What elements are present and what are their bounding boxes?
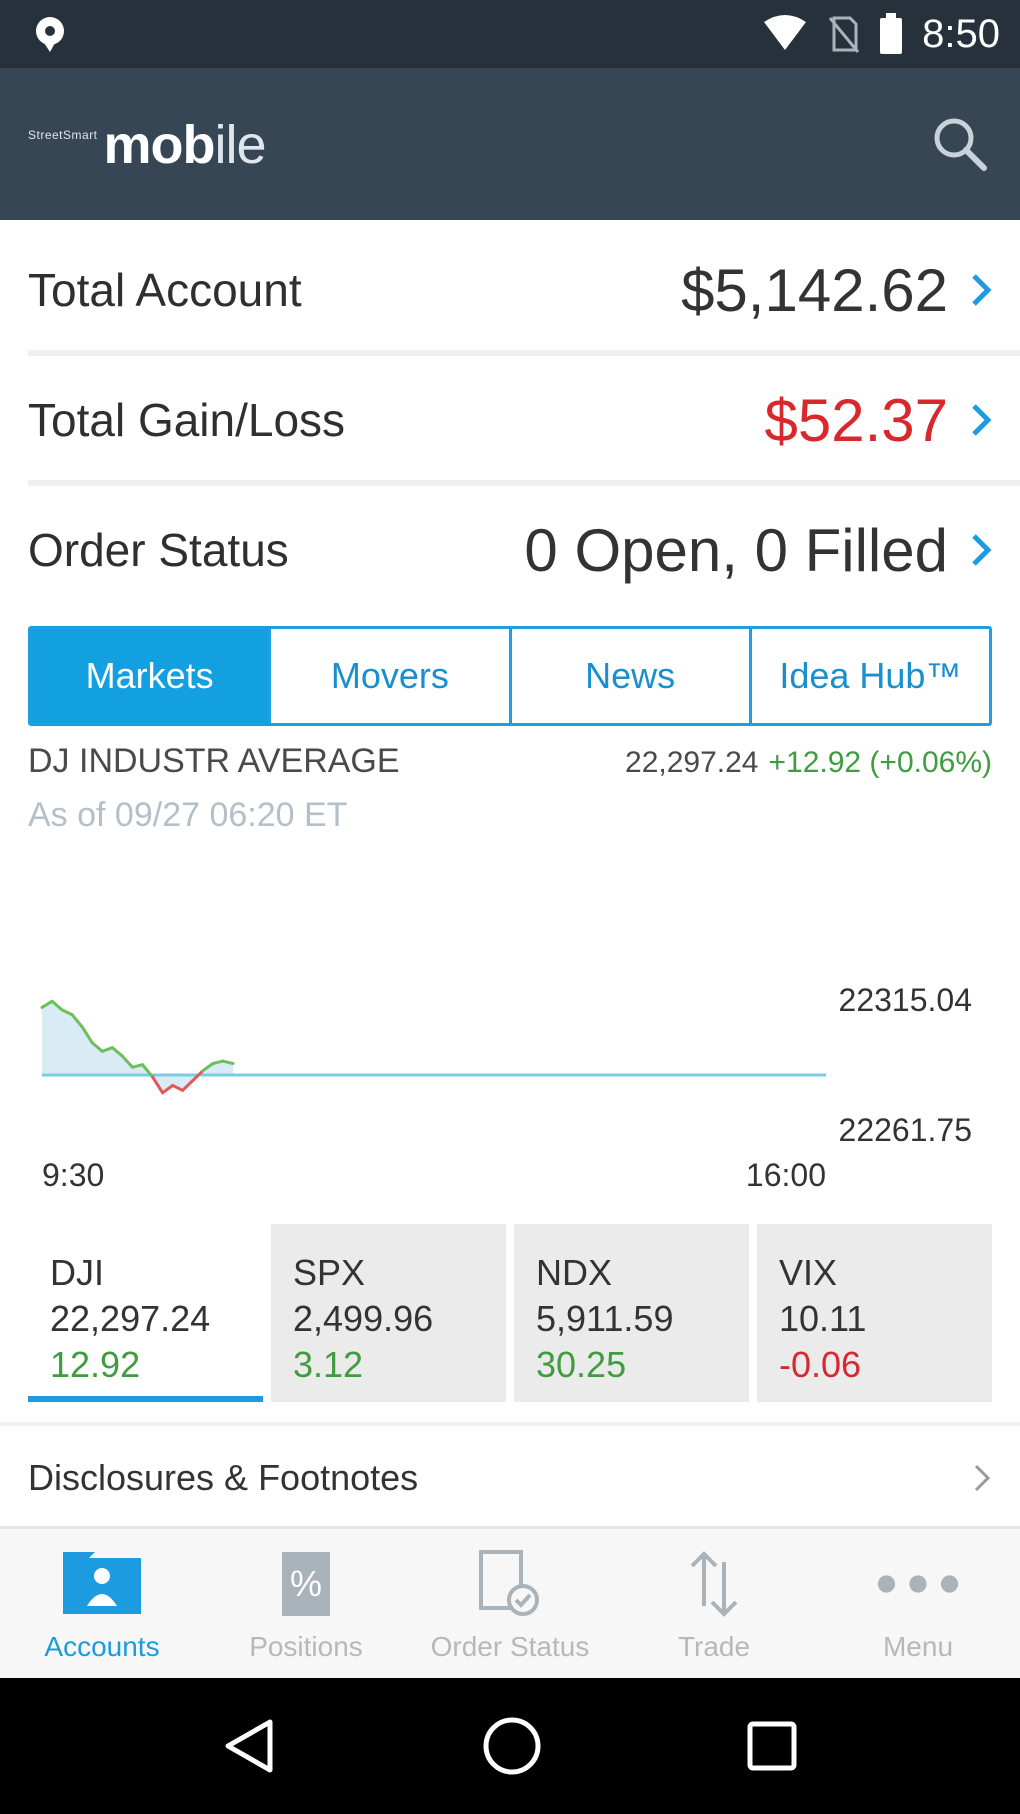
logo-wordmark-bold: mob bbox=[103, 115, 216, 175]
tab-news[interactable]: News bbox=[512, 629, 752, 723]
logo-wordmark: mobile bbox=[103, 114, 267, 176]
chevron-right-icon bbox=[972, 274, 992, 306]
order-status-value-group: 0 Open, 0 Filled bbox=[524, 516, 992, 585]
clock: 8:50 bbox=[922, 11, 1000, 56]
order-status-value: 0 Open, 0 Filled bbox=[524, 516, 948, 584]
chevron-right-icon bbox=[972, 534, 992, 566]
search-icon[interactable] bbox=[928, 112, 992, 176]
index-cards: DJI 22,297.24 12.92 SPX 2,499.96 3.12 ND… bbox=[28, 1224, 992, 1402]
quote-last-price: 22,297.24 bbox=[625, 746, 759, 779]
tab-idea-hub[interactable]: Idea Hub™ bbox=[752, 629, 989, 723]
quote-summary: 22,297.24 +12.92 (+0.06%) bbox=[625, 746, 992, 780]
nav-positions[interactable]: % Positions bbox=[204, 1529, 408, 1678]
index-symbol: SPX bbox=[293, 1252, 366, 1293]
x-tick-label: 9:30 bbox=[42, 1157, 104, 1193]
index-card-ndx[interactable]: NDX 5,911.59 30.25 bbox=[514, 1224, 749, 1402]
system-navigation-bar bbox=[0, 1678, 1020, 1814]
logo-prefix: StreetSmart bbox=[28, 128, 98, 142]
order-status-row[interactable]: Order Status 0 Open, 0 Filled bbox=[28, 486, 992, 614]
disclosures-row[interactable]: Disclosures & Footnotes bbox=[28, 1430, 992, 1526]
recents-icon[interactable] bbox=[744, 1718, 800, 1774]
divider bbox=[0, 1422, 1020, 1426]
total-gain-loss-value: $52.37 bbox=[764, 386, 948, 454]
positions-icon: % bbox=[263, 1541, 349, 1627]
wifi-icon bbox=[764, 15, 807, 50]
trade-icon bbox=[671, 1541, 757, 1627]
order-status-icon bbox=[467, 1541, 553, 1627]
quote-name: DJ INDUSTR AVERAGE bbox=[28, 742, 400, 780]
index-price: 22,297.24 bbox=[50, 1298, 211, 1339]
logo-wordmark-thin: ile bbox=[214, 115, 267, 175]
index-card-dji[interactable]: DJI 22,297.24 12.92 bbox=[28, 1224, 263, 1402]
battery-icon bbox=[880, 13, 903, 54]
index-card-spx[interactable]: SPX 2,499.96 3.12 bbox=[271, 1224, 506, 1402]
index-change: 30.25 bbox=[536, 1344, 627, 1385]
index-symbol: NDX bbox=[536, 1252, 613, 1293]
total-gain-loss-label: Total Gain/Loss bbox=[28, 394, 346, 446]
index-change: -0.06 bbox=[779, 1344, 862, 1385]
nav-order-status[interactable]: Order Status bbox=[408, 1529, 612, 1678]
index-symbol: DJI bbox=[50, 1252, 104, 1293]
back-icon[interactable] bbox=[220, 1716, 280, 1776]
chevron-right-icon bbox=[972, 404, 992, 436]
index-change: 12.92 bbox=[50, 1344, 141, 1385]
nav-menu[interactable]: Menu bbox=[816, 1529, 1020, 1678]
nav-accounts[interactable]: Accounts bbox=[0, 1529, 204, 1678]
nav-label: Positions bbox=[249, 1631, 363, 1662]
index-price: 5,911.59 bbox=[536, 1298, 674, 1339]
app-screen: 8:50 StreetSmart mobile Total Account $5… bbox=[0, 0, 1020, 1814]
index-card-vix[interactable]: VIX 10.11 -0.06 bbox=[757, 1224, 992, 1402]
total-account-row[interactable]: Total Account $5,142.62 bbox=[28, 226, 992, 354]
app-logo: StreetSmart mobile bbox=[28, 114, 267, 176]
y-tick-label: 22315.04 bbox=[839, 982, 972, 1018]
system-status-icons: 8:50 bbox=[762, 10, 1000, 58]
quote-change: +12.92 (+0.06%) bbox=[768, 746, 993, 779]
nav-label: Trade bbox=[677, 1631, 751, 1662]
index-symbol: VIX bbox=[779, 1252, 838, 1293]
nav-label: Order Status bbox=[430, 1631, 590, 1662]
total-gain-loss-row[interactable]: Total Gain/Loss $52.37 bbox=[28, 356, 992, 484]
disclosures-label: Disclosures & Footnotes bbox=[28, 1457, 419, 1498]
location-notification-icon bbox=[36, 17, 64, 52]
svg-text:%: % bbox=[290, 1563, 322, 1604]
bottom-navigation: Accounts % Positions Order Status Trade … bbox=[0, 1526, 1020, 1678]
total-account-value-group: $5,142.62 bbox=[681, 256, 992, 325]
x-tick-label: 16:00 bbox=[746, 1157, 826, 1193]
chevron-right-icon bbox=[974, 1464, 991, 1492]
no-sim-icon bbox=[828, 16, 860, 53]
total-account-label: Total Account bbox=[28, 264, 302, 316]
nav-trade[interactable]: Trade bbox=[612, 1529, 816, 1678]
status-bar: 8:50 bbox=[0, 0, 1020, 68]
quote-as-of: As of 09/27 06:20 ET bbox=[28, 796, 348, 834]
y-tick-label: 22261.75 bbox=[839, 1112, 972, 1148]
tab-movers[interactable]: Movers bbox=[271, 629, 512, 723]
index-price: 2,499.96 bbox=[293, 1298, 434, 1339]
nav-label: Accounts bbox=[44, 1631, 160, 1662]
intraday-chart[interactable]: 22315.04 22261.75 9:30 16:00 bbox=[0, 860, 1020, 1200]
total-account-value: $5,142.62 bbox=[681, 256, 948, 324]
more-icon bbox=[875, 1541, 961, 1627]
app-header: StreetSmart mobile bbox=[0, 68, 1020, 220]
order-status-label: Order Status bbox=[28, 524, 289, 576]
index-price: 10.11 bbox=[779, 1298, 867, 1339]
home-icon[interactable] bbox=[480, 1714, 544, 1778]
market-tabs: Markets Movers News Idea Hub™ bbox=[28, 626, 992, 726]
index-change: 3.12 bbox=[293, 1344, 364, 1385]
total-gain-loss-value-group: $52.37 bbox=[764, 386, 992, 455]
tab-markets[interactable]: Markets bbox=[31, 629, 272, 723]
nav-label: Menu bbox=[882, 1631, 954, 1662]
accounts-icon bbox=[59, 1541, 145, 1627]
